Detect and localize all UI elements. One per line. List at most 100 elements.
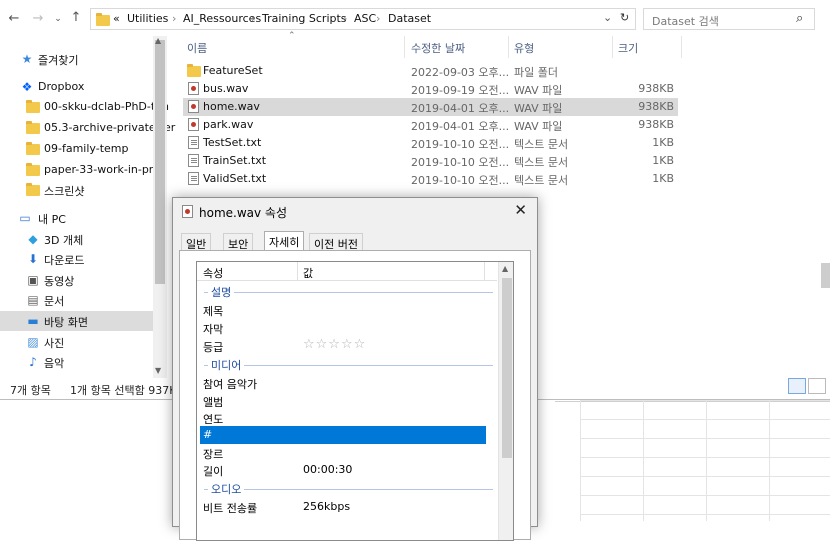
nav-item-desktop[interactable]: ▬ 바탕 화면 [0,311,153,331]
property-row-title[interactable]: 제목 [200,301,486,319]
nav-label: 다운로드 [44,254,85,267]
file-list-scrollbar-thumb[interactable] [821,263,830,288]
nav-item-archive[interactable]: 05.3-archive-private-ter [0,118,175,138]
nav-label: 사진 [44,337,65,350]
nav-item-family[interactable]: 09-family-temp [0,139,153,159]
file-row[interactable]: ValidSet.txt 2019-10-10 오전... 텍스트 문서 1KB [183,170,678,188]
nav-scrollbar-thumb[interactable] [155,40,165,284]
nav-item-this-pc[interactable]: ▭ 내 PC [0,208,153,228]
file-name: FeatureSet [203,64,263,77]
file-name: park.wav [203,118,254,131]
property-row-genre[interactable]: 장르 [200,444,486,462]
property-key: 참여 음악가 [203,378,258,391]
property-list-scrollbar-thumb[interactable] [502,278,512,458]
file-size: 938KB [638,82,674,95]
refresh-icon[interactable]: ↻ [620,11,629,24]
address-bar[interactable]: « Utilities › AI_Ressources › Training S… [90,8,636,30]
folder-icon [96,13,110,26]
search-input[interactable]: Dataset 검색 ⌕ [643,8,815,30]
property-row-year[interactable]: 연도 [200,409,486,427]
item-count: 7개 항목 [10,384,51,397]
property-row-track-selected[interactable]: # [200,426,486,444]
file-row[interactable]: TestSet.txt 2019-10-10 오전... 텍스트 문서 1KB [183,134,678,152]
nav-item-videos[interactable]: ▣ 동영상 [0,270,153,290]
nav-item-pictures[interactable]: ▨ 사진 [0,332,153,352]
tab-security[interactable]: 보안 [223,233,254,251]
large-icons-view-icon[interactable] [808,378,826,394]
nav-item-skku[interactable]: 00-skku-dclab-PhD-ten [0,97,169,117]
details-panel: 속성 값 설명 제목 자막 등급 ☆☆☆☆☆ 미디어 참여 음악가 앨범 연도 … [179,250,531,541]
tab-previous-versions[interactable]: 이전 버전 [309,233,363,251]
search-icon[interactable]: ⌕ [796,11,803,26]
property-key: 장르 [203,448,224,461]
back-arrow-icon[interactable]: ← [6,11,22,27]
file-name: home.wav [203,100,260,113]
nav-item-favorites[interactable]: ★ 즐겨찾기 [0,49,153,69]
file-size: 1KB [652,136,674,149]
property-key: 자막 [203,323,224,336]
header-separator [297,262,298,281]
group-audio: 오디오 [200,480,493,498]
column-header-name[interactable]: 이름 [187,40,207,56]
scroll-down-icon[interactable]: ▼ [155,366,161,375]
pc-icon: ▭ [19,211,31,225]
sort-up-icon: ⌃ [288,31,296,41]
property-value: 256kbps [303,500,351,513]
dropbox-icon: ❖ [21,80,33,94]
nav-item-documents[interactable]: ▤ 문서 [0,290,153,310]
property-list[interactable]: 속성 값 설명 제목 자막 등급 ☆☆☆☆☆ 미디어 참여 음악가 앨범 연도 … [196,261,514,541]
rating-stars-icon[interactable]: ☆☆☆☆☆ [303,337,366,352]
nav-item-3d-objects[interactable]: ◆ 3D 개체 [0,229,153,249]
column-header-date[interactable]: 수정한 날짜 [411,40,465,56]
address-dropdown-icon[interactable]: ⌄ [603,11,612,24]
text-file-icon [188,154,199,167]
file-row[interactable]: FeatureSet 2022-09-03 오후... 파일 폴더 [183,62,678,80]
property-key: 앨범 [203,396,224,409]
property-row-artist[interactable]: 참여 음악가 [200,374,486,392]
file-date: 2019-04-01 오후... [411,120,510,133]
breadcrumb-utilities[interactable]: Utilities [127,12,168,25]
scroll-up-icon[interactable]: ▲ [502,264,508,273]
file-row[interactable]: TrainSet.txt 2019-10-10 오전... 텍스트 문서 1KB [183,152,678,170]
forward-arrow-icon[interactable]: → [30,11,46,27]
property-list-scrollbar[interactable]: ▲ [498,262,513,540]
column-header-type[interactable]: 유형 [514,40,534,56]
property-row-rating[interactable]: 등급 ☆☆☆☆☆ [200,337,486,355]
text-file-icon [188,136,199,149]
tab-details[interactable]: 자세히 [264,231,305,251]
header-value[interactable]: 값 [303,265,313,281]
music-icon: ♪ [29,355,37,369]
header-property[interactable]: 속성 [203,265,223,281]
file-type: 파일 폴더 [514,66,558,79]
nav-item-paper[interactable]: paper-33-work-in-prog [0,160,167,180]
nav-item-dropbox[interactable]: ❖ Dropbox [0,77,153,97]
breadcrumb-dataset[interactable]: Dataset [388,12,431,25]
file-date: 2019-04-01 오후... [411,102,510,115]
nav-item-downloads[interactable]: ⬇ 다운로드 [0,249,153,269]
file-row[interactable]: park.wav 2019-04-01 오후... WAV 파일 938KB [183,116,678,134]
document-icon: ▤ [27,293,39,307]
breadcrumb-asc[interactable]: ASC [354,12,376,25]
file-type: 텍스트 문서 [514,156,569,169]
file-row[interactable]: bus.wav 2019-09-19 오전... WAV 파일 938KB [183,80,678,98]
details-view-icon[interactable] [788,378,806,394]
property-row-subject[interactable]: 자막 [200,319,486,337]
breadcrumb-ai-ressources[interactable]: AI_Ressources [183,12,261,25]
property-row-album[interactable]: 앨범 [200,392,486,410]
up-arrow-icon[interactable]: ↑ [68,10,84,26]
recent-chevron-icon[interactable]: ⌄ [50,11,66,27]
column-header-size[interactable]: 크기 [618,40,638,56]
picture-icon: ▨ [27,335,39,349]
shared-folder-icon [26,121,40,135]
nav-item-screenshots[interactable]: 스크린샷 [0,180,153,200]
property-row-bitrate[interactable]: 비트 전송률 256kbps [200,498,486,516]
breadcrumb-overflow[interactable]: « [113,12,120,25]
nav-item-music[interactable]: ♪ 음악 [0,352,153,372]
tab-general[interactable]: 일반 [181,233,212,251]
breadcrumb-training-scripts[interactable]: Training Scripts [262,12,347,25]
scroll-up-icon[interactable]: ▲ [155,36,161,45]
property-row-length[interactable]: 길이 00:00:30 [200,461,486,479]
nav-label: 스크린샷 [44,185,85,198]
close-icon[interactable]: ✕ [514,201,527,219]
file-row-selected[interactable]: home.wav 2019-04-01 오후... WAV 파일 938KB [183,98,678,116]
